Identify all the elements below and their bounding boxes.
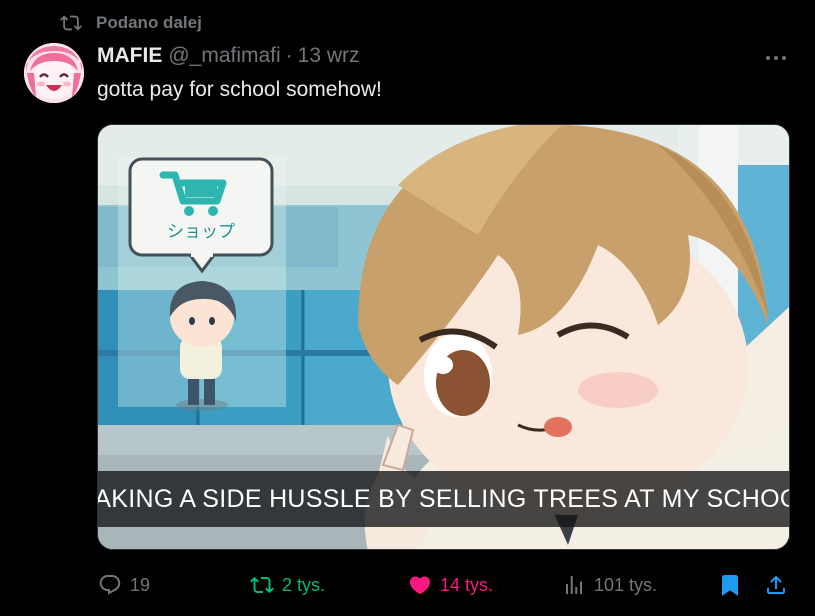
heart-icon (409, 576, 431, 595)
reply-count: 19 (130, 574, 151, 595)
retweet-count: 2 tys. (282, 574, 326, 595)
social-context-label: Podano dalej (96, 13, 202, 32)
retweet-icon (60, 15, 82, 31)
views-count: 101 tys. (594, 574, 658, 595)
tweet-date[interactable]: 13 wrz (298, 44, 360, 68)
share-button[interactable] (764, 568, 788, 602)
shop-sign-text: ショップ (167, 222, 235, 242)
tweet-media[interactable]: ショップ MAKING A SIDE HUSSLE BY SELLING TRE… (97, 124, 790, 550)
share-icon (767, 575, 785, 594)
avatar-image (24, 43, 84, 103)
shop-sign: ショップ (128, 157, 274, 274)
more-button[interactable] (756, 46, 796, 70)
action-bar: 19 2 tys. 14 tys. 101 tys. (0, 568, 815, 602)
avatar[interactable] (24, 43, 84, 103)
more-icon (766, 56, 786, 60)
user-handle[interactable]: @_mafimafi (168, 44, 280, 68)
header-separator: · (285, 44, 293, 67)
bookmark-button[interactable] (718, 568, 742, 602)
reply-button[interactable]: 19 (98, 568, 150, 602)
views-icon (566, 576, 582, 594)
reply-icon (99, 575, 121, 595)
views-button[interactable]: 101 tys. (562, 568, 657, 602)
tweet-header: MAFIE @_mafimafi · 13 wrz (97, 44, 360, 68)
tweet-text: gotta pay for school somehow! (97, 78, 382, 101)
tweet[interactable]: Podano dalej MAFIE @_mafimafi · 13 wrz g… (0, 0, 815, 616)
display-name[interactable]: MAFIE (97, 44, 162, 68)
bookmark-icon (722, 575, 738, 596)
social-context: Podano dalej (60, 12, 202, 34)
retweet-button[interactable]: 2 tys. (250, 568, 325, 602)
media-caption-bar: MAKING A SIDE HUSSLE BY SELLING TREES AT… (98, 471, 789, 527)
like-count: 14 tys. (440, 574, 494, 595)
like-button[interactable]: 14 tys. (408, 568, 493, 602)
retweet-icon (250, 576, 274, 594)
media-caption: MAKING A SIDE HUSSLE BY SELLING TREES AT… (97, 484, 790, 513)
